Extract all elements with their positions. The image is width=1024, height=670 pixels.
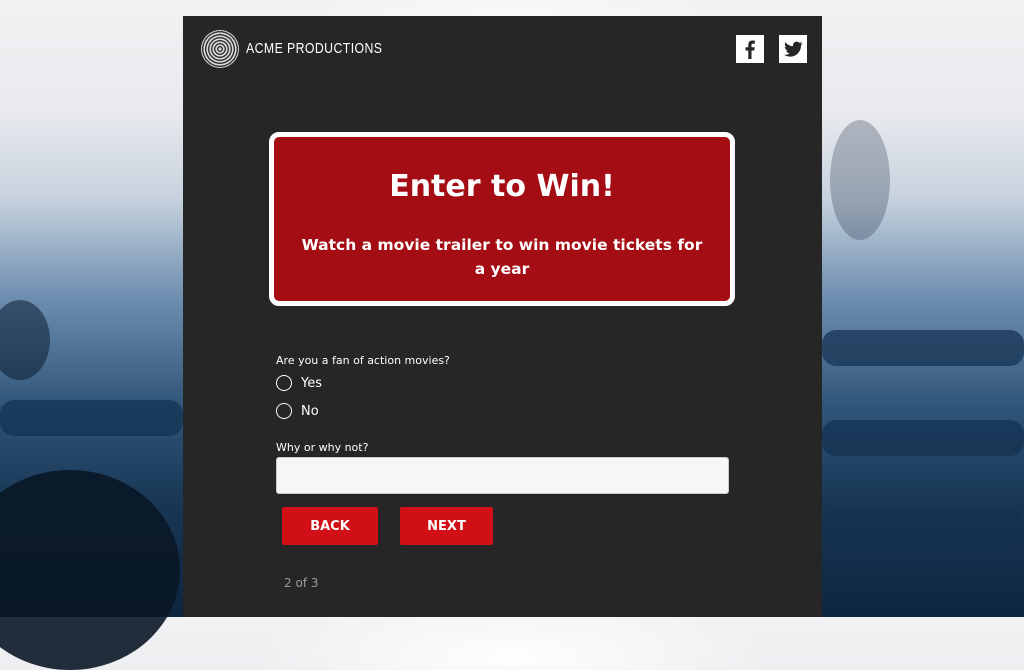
radio-yes-label: Yes — [301, 375, 322, 391]
radio-circle-icon[interactable] — [276, 375, 292, 391]
question-action-movies: Are you a fan of action movies? — [276, 354, 450, 367]
promo-subtitle: Watch a movie trailer to win movie ticke… — [301, 236, 703, 278]
radio-no[interactable]: No — [276, 403, 319, 419]
radio-circle-icon[interactable] — [276, 403, 292, 419]
radio-no-label: No — [301, 403, 319, 419]
form-panel: ACME PRODUCTIONS Enter to Win! Watch a m… — [183, 16, 822, 617]
fingerprint-logo — [201, 30, 239, 68]
why-textarea[interactable] — [276, 457, 729, 494]
back-button[interactable]: BACK — [282, 507, 378, 545]
brand-name: ACME PRODUCTIONS — [246, 40, 383, 57]
twitter-icon[interactable] — [779, 35, 807, 63]
promo-title: Enter to Win! — [389, 169, 615, 204]
promo-banner: Enter to Win! Watch a movie trailer to w… — [269, 132, 735, 306]
question-why: Why or why not? — [276, 441, 369, 454]
facebook-icon[interactable] — [736, 35, 764, 63]
radio-yes[interactable]: Yes — [276, 375, 322, 391]
next-button[interactable]: NEXT — [400, 507, 493, 545]
page-indicator: 2 of 3 — [284, 576, 319, 590]
